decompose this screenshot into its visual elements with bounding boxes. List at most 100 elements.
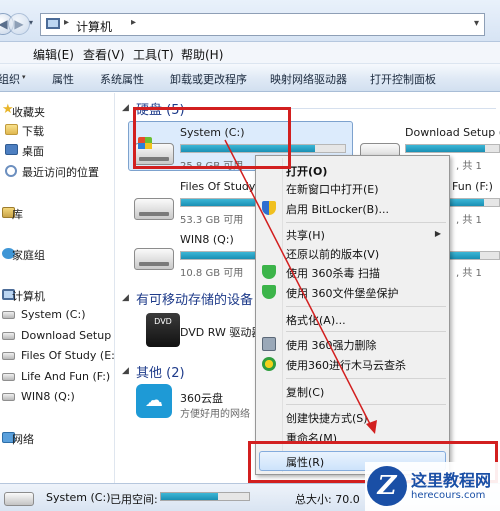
watermark-title: 这里教程网 xyxy=(411,471,492,490)
breadcrumb-computer[interactable]: 计算机 xyxy=(76,18,112,35)
site-watermark: Z 这里教程网 herecours.com xyxy=(365,462,500,511)
sidebar-item-computer[interactable]: 计算机 xyxy=(0,286,115,304)
watermark-logo: Z xyxy=(367,466,407,506)
sidebar-item-label: System (C:) xyxy=(21,308,86,321)
open-control-panel-button[interactable]: 打开控制面板 xyxy=(370,71,436,87)
menu-separator xyxy=(286,331,446,332)
address-dropdown-icon[interactable]: ▾ xyxy=(474,18,479,29)
sidebar-item-homegroup[interactable]: 家庭组 xyxy=(0,245,115,263)
sidebar-item-label: Life And Fun (F:) xyxy=(21,370,111,383)
sidebar-item-network[interactable]: 网络 xyxy=(0,429,115,447)
drive-usage-fill xyxy=(406,145,486,152)
menu-edit[interactable]: 编辑(E) xyxy=(33,46,74,63)
status-usage-bar xyxy=(160,492,250,501)
context-item-trojan-scan[interactable]: 使用360进行木马云查杀 xyxy=(286,357,406,373)
context-item-copy[interactable]: 复制(C) xyxy=(286,384,324,400)
annotation-box-drive-c xyxy=(133,107,291,169)
collapse-arrow-icon[interactable]: ◢ xyxy=(122,293,129,303)
dvd-icon-text: DVD xyxy=(154,317,172,326)
sidebar-item-drive-q[interactable]: WIN8 (Q:) xyxy=(0,388,115,406)
collapse-arrow-icon[interactable]: ◢ xyxy=(122,366,129,376)
sidebar-item-label: 家庭组 xyxy=(12,249,45,262)
system-properties-button[interactable]: 系统属性 xyxy=(100,71,144,87)
status-total-size: 总大小: 70.0 xyxy=(295,493,360,506)
command-toolbar: 组织 ▾ 属性 系统属性 卸载或更改程序 映射网络驱动器 打开控制面板 xyxy=(0,64,500,92)
cloud-drive-description: 方便好用的网络 xyxy=(180,409,250,420)
dvd-drive-icon: DVD xyxy=(146,313,180,347)
drive-free-space: 53.3 GB 可用 xyxy=(180,215,244,226)
context-item-360-scan[interactable]: 使用 360杀毒 扫描 xyxy=(286,265,380,281)
organize-label: 组织 xyxy=(0,73,20,86)
sidebar-item-drive-d[interactable]: Download Setup ( xyxy=(0,327,115,345)
sidebar-item-label: 最近访问的位置 xyxy=(22,166,99,179)
sidebar-item-label: Download Setup ( xyxy=(21,329,115,342)
address-input[interactable]: ▸ 计算机 ▸ ▾ xyxy=(40,13,485,36)
context-item-open-new-window[interactable]: 在新窗口中打开(E) xyxy=(286,181,379,197)
context-item-open[interactable]: 打开(O) xyxy=(286,163,327,179)
sidebar-item-drive-f[interactable]: Life And Fun (F:) xyxy=(0,368,115,386)
desktop-icon xyxy=(5,144,18,155)
sidebar-item-downloads[interactable]: 下载 xyxy=(0,121,115,139)
cloud-drive-name: 360云盘 xyxy=(180,392,223,405)
context-item-force-delete[interactable]: 使用 360强力删除 xyxy=(286,337,377,353)
drive-name: Fun (F:) xyxy=(452,180,493,193)
menu-icon-strip xyxy=(282,158,283,472)
properties-button[interactable]: 属性 xyxy=(52,71,74,87)
menu-separator xyxy=(286,404,446,405)
uninstall-program-button[interactable]: 卸载或更改程序 xyxy=(170,71,247,87)
drive-icon xyxy=(2,311,15,319)
cloud-drive-icon: ☁ xyxy=(136,384,172,418)
drive-free-space: , 共 1 xyxy=(456,268,482,279)
back-arrow-icon: ◀ xyxy=(0,17,8,31)
sidebar-item-label: WIN8 (Q:) xyxy=(21,390,75,403)
drive-free-space: 10.8 GB 可用 xyxy=(180,268,244,279)
bitlocker-shield-icon xyxy=(262,201,276,215)
organize-button[interactable]: 组织 xyxy=(0,71,20,87)
context-item-bitlocker[interactable]: 启用 BitLocker(B)... xyxy=(286,201,389,217)
sidebar-item-libraries[interactable]: 库 xyxy=(0,204,115,222)
cloud-glyph: ☁ xyxy=(145,390,163,411)
dvd-drive-name: DVD RW 驱动器 xyxy=(180,326,263,339)
file-protect-360-icon xyxy=(262,285,276,299)
collapse-arrow-icon[interactable]: ◢ xyxy=(122,103,129,113)
breadcrumb-arrow-icon[interactable]: ▸ xyxy=(131,17,136,28)
drive-icon xyxy=(2,393,15,401)
group-header-removable[interactable]: 有可移动存储的设备 xyxy=(136,289,253,308)
breadcrumb-arrow-icon[interactable]: ▸ xyxy=(64,17,69,28)
drive-name: WIN8 (Q:) xyxy=(180,233,234,246)
status-drive-icon xyxy=(4,492,34,506)
watermark-url: herecours.com xyxy=(411,490,486,501)
context-item-format[interactable]: 格式化(A)... xyxy=(286,312,346,328)
menu-separator xyxy=(286,378,446,379)
status-usage-fill xyxy=(161,493,219,500)
status-used-label: 已用空间: xyxy=(110,493,158,506)
address-bar: ◀ ▶ ▾ ▸ 计算机 ▸ ▾ xyxy=(0,0,500,42)
map-network-drive-button[interactable]: 映射网络驱动器 xyxy=(270,71,347,87)
computer-icon xyxy=(46,18,60,29)
context-item-create-shortcut[interactable]: 创建快捷方式(S) xyxy=(286,410,368,426)
menu-view[interactable]: 查看(V) xyxy=(83,46,125,63)
drive-icon xyxy=(2,332,15,340)
menu-help[interactable]: 帮助(H) xyxy=(181,46,223,63)
group-header-other[interactable]: 其他 (2) xyxy=(136,362,185,381)
organize-dropdown-icon[interactable]: ▾ xyxy=(22,73,26,81)
sidebar-item-favorites[interactable]: ★ 收藏夹 xyxy=(0,102,115,120)
sidebar-item-label: 收藏夹 xyxy=(12,106,45,119)
context-item-restore-versions[interactable]: 还原以前的版本(V) xyxy=(286,246,379,262)
folder-icon xyxy=(5,124,18,135)
sidebar-item-label: 下载 xyxy=(22,125,44,138)
sidebar-item-label: 计算机 xyxy=(12,290,45,303)
menu-bar: 编辑(E) 查看(V) 工具(T) 帮助(H) xyxy=(0,42,500,64)
context-item-share[interactable]: 共享(H) xyxy=(286,227,325,243)
menu-tools[interactable]: 工具(T) xyxy=(133,46,174,63)
forward-arrow-icon: ▶ xyxy=(14,17,24,31)
submenu-arrow-icon: ▶ xyxy=(434,229,441,238)
sidebar-item-drive-c[interactable]: System (C:) xyxy=(0,306,115,324)
forward-button[interactable]: ▶ xyxy=(8,13,30,35)
sidebar-item-recent-places[interactable]: 最近访问的位置 xyxy=(0,162,115,180)
sidebar-item-drive-e[interactable]: Files Of Study (E:) xyxy=(0,347,115,365)
recent-pages-dropdown-icon[interactable]: ▾ xyxy=(29,18,33,27)
navigation-pane: ★ 收藏夹 下载 桌面 最近访问的位置 库 家庭组 计算机 System (C:… xyxy=(0,93,115,483)
sidebar-item-desktop[interactable]: 桌面 xyxy=(0,141,115,159)
context-item-360-protect[interactable]: 使用 360文件堡垒保护 xyxy=(286,285,399,301)
